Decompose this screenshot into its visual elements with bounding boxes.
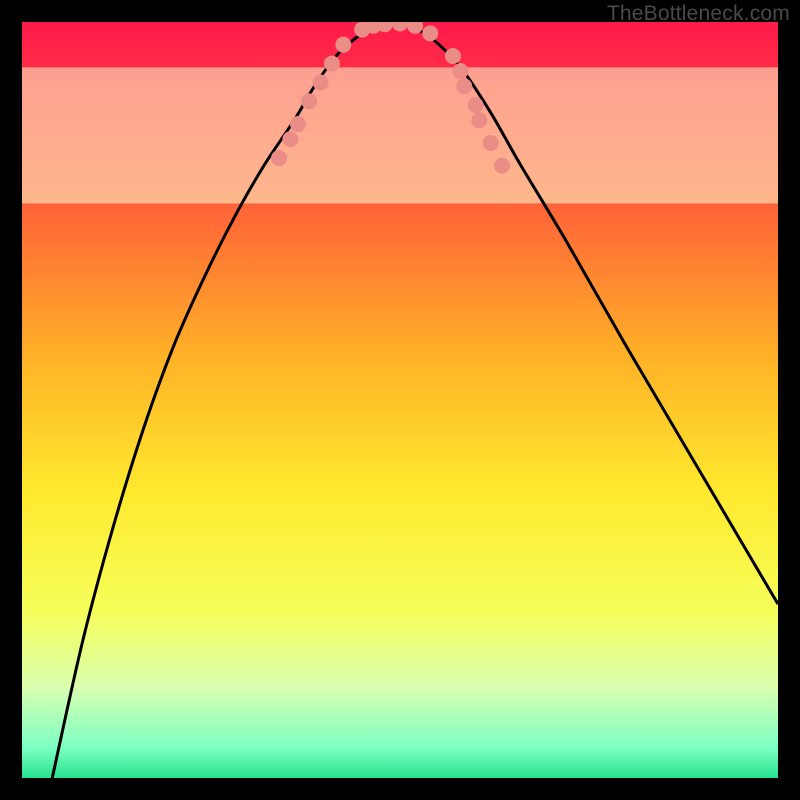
- sample-point: [422, 25, 438, 41]
- sample-point: [494, 158, 510, 174]
- watermark-text: TheBottleneck.com: [607, 2, 790, 26]
- sample-point: [445, 48, 461, 64]
- sample-point: [456, 78, 472, 94]
- sample-point: [301, 93, 317, 109]
- highlight-band: [22, 67, 778, 203]
- sample-point: [471, 112, 487, 128]
- sample-point: [324, 56, 340, 72]
- sample-point: [483, 135, 499, 151]
- sample-point: [271, 150, 287, 166]
- sample-point: [282, 131, 298, 147]
- sample-point: [452, 63, 468, 79]
- sample-point: [335, 37, 351, 53]
- sample-point: [468, 97, 484, 113]
- bottleneck-chart: [22, 22, 778, 778]
- chart-frame: [22, 22, 778, 778]
- sample-point: [313, 74, 329, 90]
- sample-point: [290, 116, 306, 132]
